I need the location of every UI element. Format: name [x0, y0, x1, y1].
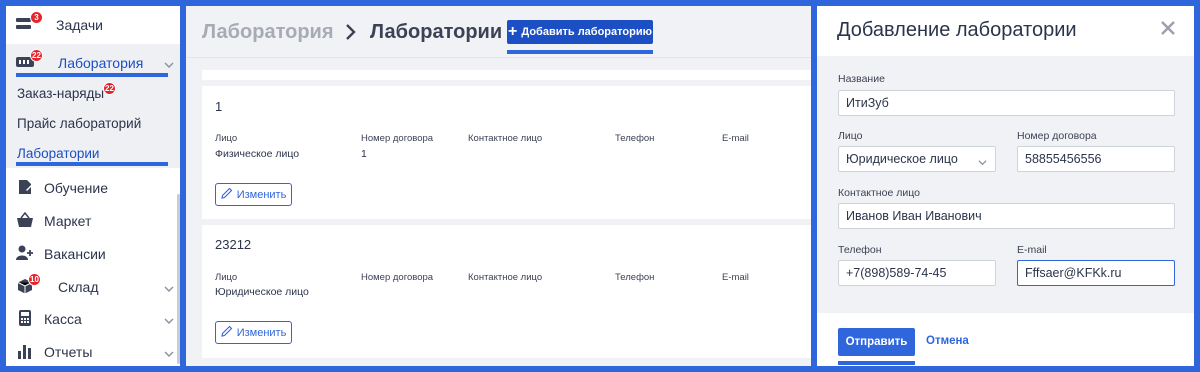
email-field[interactable]: Fffsaer@KFKk.ru: [1017, 260, 1175, 286]
pencil-icon: [220, 325, 233, 340]
lab-contract: 1: [361, 148, 367, 160]
sidebar-item-label: Задачи: [56, 17, 104, 33]
active-underline: [16, 73, 168, 77]
tasks-badge: 3: [30, 11, 43, 24]
chevron-right-icon: [344, 23, 358, 41]
sidebar-item-label: Маркет: [44, 213, 92, 229]
submit-button[interactable]: Отправить: [838, 328, 915, 356]
sidebar-item-warehouse[interactable]: 10 Склад: [6, 270, 180, 302]
sidebar-item-reports[interactable]: Отчеты: [6, 335, 180, 366]
sidebar: 3 Задачи 22 Лаборатория Заказ-наряды 22 …: [6, 6, 180, 366]
close-icon[interactable]: [1160, 20, 1176, 36]
sidebar-item-cashdesk[interactable]: Касса: [6, 302, 180, 334]
sidebar-item-vacancies[interactable]: Вакансии: [6, 237, 180, 269]
page-title: Лаборатории: [370, 21, 503, 43]
basket-icon: [16, 212, 34, 228]
edit-button[interactable]: Изменить: [215, 183, 292, 206]
chevron-down-icon: [164, 57, 174, 68]
active-underline: [507, 50, 653, 54]
sidebar-item-tasks[interactable]: 3 Задачи: [6, 8, 180, 40]
pencil-icon: [220, 187, 233, 202]
name-label: Название: [838, 73, 885, 85]
sidebar-item-label: Отчеты: [44, 344, 93, 360]
edit-button[interactable]: Изменить: [215, 321, 292, 344]
bar-chart-icon: [16, 343, 34, 359]
name-field[interactable]: ИтиЗуб: [838, 90, 1175, 116]
plus-icon: +: [508, 22, 518, 40]
lab-entity: Юридическое лицо: [215, 286, 309, 298]
col-header-entity: Лицо: [215, 133, 238, 144]
phone-field[interactable]: +7(898)589-74-45: [838, 260, 996, 286]
sidebar-item-label: Обучение: [44, 180, 109, 196]
education-icon: [16, 179, 34, 195]
add-lab-button[interactable]: + Добавить лабораторию: [507, 20, 653, 44]
lab-card-partial: [202, 70, 811, 80]
col-header-phone: Телефон: [615, 272, 655, 283]
contact-field[interactable]: Иванов Иван Иванович: [838, 203, 1175, 229]
orders-badge: 22: [103, 82, 116, 95]
sidebar-item-label: Лаборатория: [58, 55, 144, 71]
active-underline: [16, 162, 168, 166]
col-header-email: E-mail: [722, 133, 749, 144]
chevron-down-icon: [978, 156, 987, 166]
entity-select[interactable]: Юридическое лицо: [838, 146, 996, 172]
page-header: Лаборатория Лаборатории + Добавить лабор…: [186, 6, 811, 58]
active-underline: [838, 361, 915, 365]
edit-button-label: Изменить: [236, 188, 287, 201]
lab-card: 23212 Лицо Номер договора Контактное лиц…: [202, 225, 811, 358]
sidebar-scrollbar[interactable]: [177, 194, 180, 364]
add-lab-dialog: Добавление лаборатории Название ИтиЗуб Л…: [817, 6, 1194, 366]
warehouse-badge: 10: [28, 273, 41, 286]
cancel-button[interactable]: Отмена: [926, 335, 969, 347]
sidebar-subitem-labs[interactable]: Лаборатории: [17, 146, 99, 161]
col-header-contact: Контактное лицо: [468, 272, 543, 283]
sidebar-item-label: Вакансии: [44, 246, 106, 262]
calculator-icon: [16, 310, 34, 326]
entity-label: Лицо: [838, 130, 863, 142]
lab-entity: Физическое лицо: [215, 148, 300, 160]
add-lab-button-label: Добавить лабораторию: [521, 26, 652, 38]
sidebar-subitem-price[interactable]: Прайс лабораторий: [17, 116, 141, 131]
sidebar-group-lab: 22 Лаборатория Заказ-наряды 22 Прайс лаб…: [6, 44, 180, 168]
col-header-entity: Лицо: [215, 272, 238, 283]
phone-label: Телефон: [838, 244, 882, 256]
col-header-email: E-mail: [722, 272, 749, 283]
chevron-down-icon: [164, 281, 174, 292]
chevron-down-icon: [164, 313, 174, 324]
dialog-title: Добавление лаборатории: [837, 19, 1077, 41]
col-header-contract: Номер договора: [361, 272, 434, 283]
sidebar-subitem-orders[interactable]: Заказ-наряды: [17, 86, 104, 101]
sidebar-item-label: Склад: [58, 279, 99, 295]
edit-button-label: Изменить: [236, 326, 287, 339]
contract-label: Номер договора: [1017, 130, 1097, 142]
col-header-contact: Контактное лицо: [468, 133, 543, 144]
main-content: Лаборатория Лаборатории + Добавить лабор…: [186, 6, 811, 366]
col-header-phone: Телефон: [615, 133, 655, 144]
lab-name: 1: [215, 99, 223, 114]
col-header-contract: Номер договора: [361, 133, 434, 144]
sidebar-item-education[interactable]: Обучение: [6, 171, 180, 203]
entity-select-value: Юридическое лицо: [846, 152, 958, 166]
breadcrumb-parent[interactable]: Лаборатория: [202, 21, 334, 44]
add-user-icon: [16, 245, 34, 261]
lab-name: 23212: [215, 237, 252, 252]
sidebar-item-label: Касса: [44, 311, 82, 327]
lab-badge: 22: [30, 49, 43, 62]
dialog-form: Название ИтиЗуб Лицо Юридическое лицо Но…: [817, 56, 1194, 313]
sidebar-item-market[interactable]: Маркет: [6, 204, 180, 236]
contact-label: Контактное лицо: [838, 187, 920, 199]
contract-field[interactable]: 58855456556: [1017, 146, 1175, 172]
dialog-footer: Отправить Отмена: [817, 313, 1194, 366]
chevron-down-icon: [164, 346, 174, 357]
email-label: E-mail: [1017, 244, 1047, 256]
lab-card: 1 Лицо Номер договора Контактное лицо Те…: [202, 86, 811, 219]
